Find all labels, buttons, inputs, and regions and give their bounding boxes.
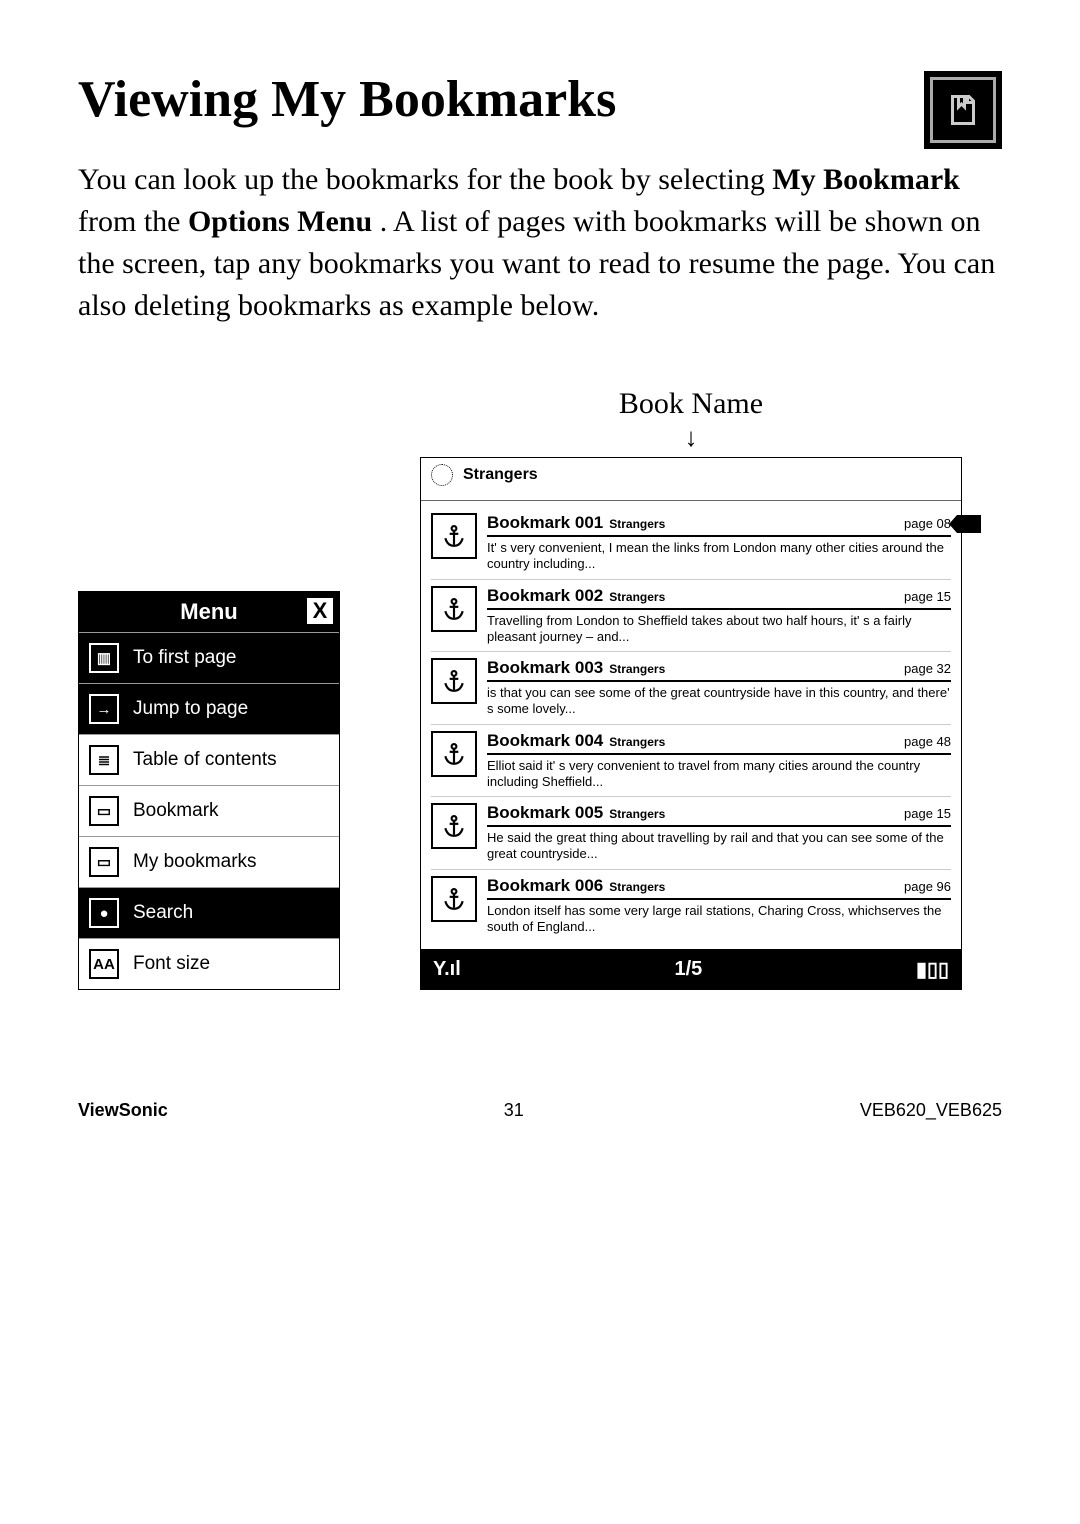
menu-item[interactable]: ≣ Table of contents (79, 734, 339, 785)
bookmark-title: Bookmark 004 (487, 731, 603, 751)
bookmark-subtitle: Strangers (609, 662, 665, 676)
menu-item-icon: ▭ (89, 796, 119, 826)
menu-item[interactable]: → Jump to page (79, 683, 339, 734)
bookmark-body: Bookmark 002 Strangers page 15 Travelling f… (487, 586, 951, 646)
menu-item-label: My bookmarks (133, 851, 257, 873)
book-name-callout: Book Name (380, 387, 1002, 421)
device-screen: Strangers Bookmark 001 Strangers page 08 It… (420, 457, 962, 990)
bookmark-snippet: London itself has some very large rail s… (487, 900, 951, 936)
close-icon: X (313, 598, 328, 624)
bookmark-row[interactable]: Bookmark 004 Strangers page 48 Elliot said … (431, 725, 951, 798)
loading-icon (431, 464, 453, 486)
bookmark-snippet: Travelling from London to Sheffield take… (487, 610, 951, 646)
bookmark-snippet: He said the great thing about travelling… (487, 827, 951, 863)
menu-item[interactable]: ▭ Bookmark (79, 785, 339, 836)
menu-item-icon: ▥ (89, 643, 119, 673)
arrow-down-icon: ↓ (380, 425, 1002, 451)
bookmarks-header-icon (924, 71, 1002, 149)
bookmark-page: page 48 (904, 734, 951, 749)
footer-model: VEB620_VEB625 (860, 1100, 1002, 1121)
menu-item-icon: ≣ (89, 745, 119, 775)
menu-item[interactable]: ▥ To first page (79, 632, 339, 683)
bookmark-subtitle: Strangers (609, 735, 665, 749)
page-footer: ViewSonic 31 VEB620_VEB625 (78, 1100, 1002, 1121)
footer-brand: ViewSonic (78, 1100, 168, 1121)
bookmark-snippet: Elliot said it' s very convenient to tra… (487, 755, 951, 791)
bookmark-snippet: It' s very convenient, I mean the links … (487, 537, 951, 573)
menu-item-icon: ▭ (89, 847, 119, 877)
menu-item-label: Jump to page (133, 698, 248, 720)
bookmark-subtitle: Strangers (609, 880, 665, 894)
bookmark-title: Bookmark 001 (487, 513, 603, 533)
menu-item-label: To first page (133, 647, 237, 669)
pager-indicator: 1/5 (461, 958, 916, 981)
anchor-icon (431, 876, 477, 922)
options-menu-panel: Menu X ▥ To first page → Jump to page ≣ Table… (78, 591, 340, 990)
menu-item-icon: ● (89, 898, 119, 928)
bookmark-page: page 32 (904, 661, 951, 676)
bookmark-body: Bookmark 005 Strangers page 15 He said the … (487, 803, 951, 863)
bookmark-snippet: is that you can see some of the great co… (487, 682, 951, 718)
intro-paragraph: You can look up the bookmarks for the bo… (78, 159, 1002, 327)
bookmark-title: Bookmark 003 (487, 658, 603, 678)
bookmark-title: Bookmark 006 (487, 876, 603, 896)
bookmark-title: Bookmark 005 (487, 803, 603, 823)
bookmark-subtitle: Strangers (609, 590, 665, 604)
bookmark-row[interactable]: Bookmark 006 Strangers page 96 London itsel… (431, 870, 951, 942)
anchor-icon (431, 803, 477, 849)
intro-text-2: from the (78, 205, 188, 238)
options-menu-bold: Options Menu (188, 205, 372, 238)
signal-icon: Y.ıl (433, 958, 461, 981)
menu-item-icon: → (89, 694, 119, 724)
my-bookmark-bold: My Bookmark (772, 163, 960, 196)
anchor-icon (431, 658, 477, 704)
bookmark-page: page 96 (904, 879, 951, 894)
bookmark-row[interactable]: Bookmark 002 Strangers page 15 Travelling f… (431, 580, 951, 653)
footer-page-number: 31 (504, 1100, 524, 1121)
menu-item-label: Bookmark (133, 800, 219, 822)
close-button[interactable]: X (307, 598, 333, 624)
menu-item-label: Font size (133, 953, 210, 975)
screen-header: Strangers (421, 458, 961, 501)
menu-item[interactable]: ● Search (79, 887, 339, 938)
bookmark-list: Bookmark 001 Strangers page 08 It' s very c… (421, 501, 961, 941)
delete-bookmark-button[interactable] (957, 515, 981, 533)
menu-header: Menu X (79, 592, 339, 632)
bookmark-page-icon (945, 92, 981, 128)
anchor-icon (431, 731, 477, 777)
menu-item-label: Table of contents (133, 749, 277, 771)
screen-footer: Y.ıl 1/5 ▮▯▯ (421, 949, 961, 989)
bookmark-body: Bookmark 004 Strangers page 48 Elliot said … (487, 731, 951, 791)
bookmark-body: Bookmark 001 Strangers page 08 It' s very c… (487, 513, 951, 573)
menu-item[interactable]: ▭ My bookmarks (79, 836, 339, 887)
menu-item-label: Search (133, 902, 193, 924)
bookmark-body: Bookmark 003 Strangers page 32 is that you … (487, 658, 951, 718)
anchor-icon (431, 586, 477, 632)
bookmark-row[interactable]: Bookmark 005 Strangers page 15 He said the … (431, 797, 951, 870)
bookmark-page: page 08 (904, 516, 951, 531)
bookmark-page: page 15 (904, 589, 951, 604)
book-title: Strangers (463, 466, 538, 484)
menu-item-icon: AA (89, 949, 119, 979)
bookmark-row[interactable]: Bookmark 001 Strangers page 08 It' s very c… (431, 507, 951, 580)
bookmark-body: Bookmark 006 Strangers page 96 London itsel… (487, 876, 951, 936)
page-title: Viewing My Bookmarks (78, 70, 616, 129)
bookmark-title: Bookmark 002 (487, 586, 603, 606)
menu-header-label: Menu (180, 599, 237, 625)
bookmark-subtitle: Strangers (609, 807, 665, 821)
anchor-icon (431, 513, 477, 559)
bookmark-page: page 15 (904, 806, 951, 821)
intro-text-1: You can look up the bookmarks for the bo… (78, 163, 772, 196)
battery-icon: ▮▯▯ (916, 957, 949, 982)
menu-item[interactable]: AA Font size (79, 938, 339, 989)
bookmark-subtitle: Strangers (609, 517, 665, 531)
bookmark-row[interactable]: Bookmark 003 Strangers page 32 is that you … (431, 652, 951, 725)
